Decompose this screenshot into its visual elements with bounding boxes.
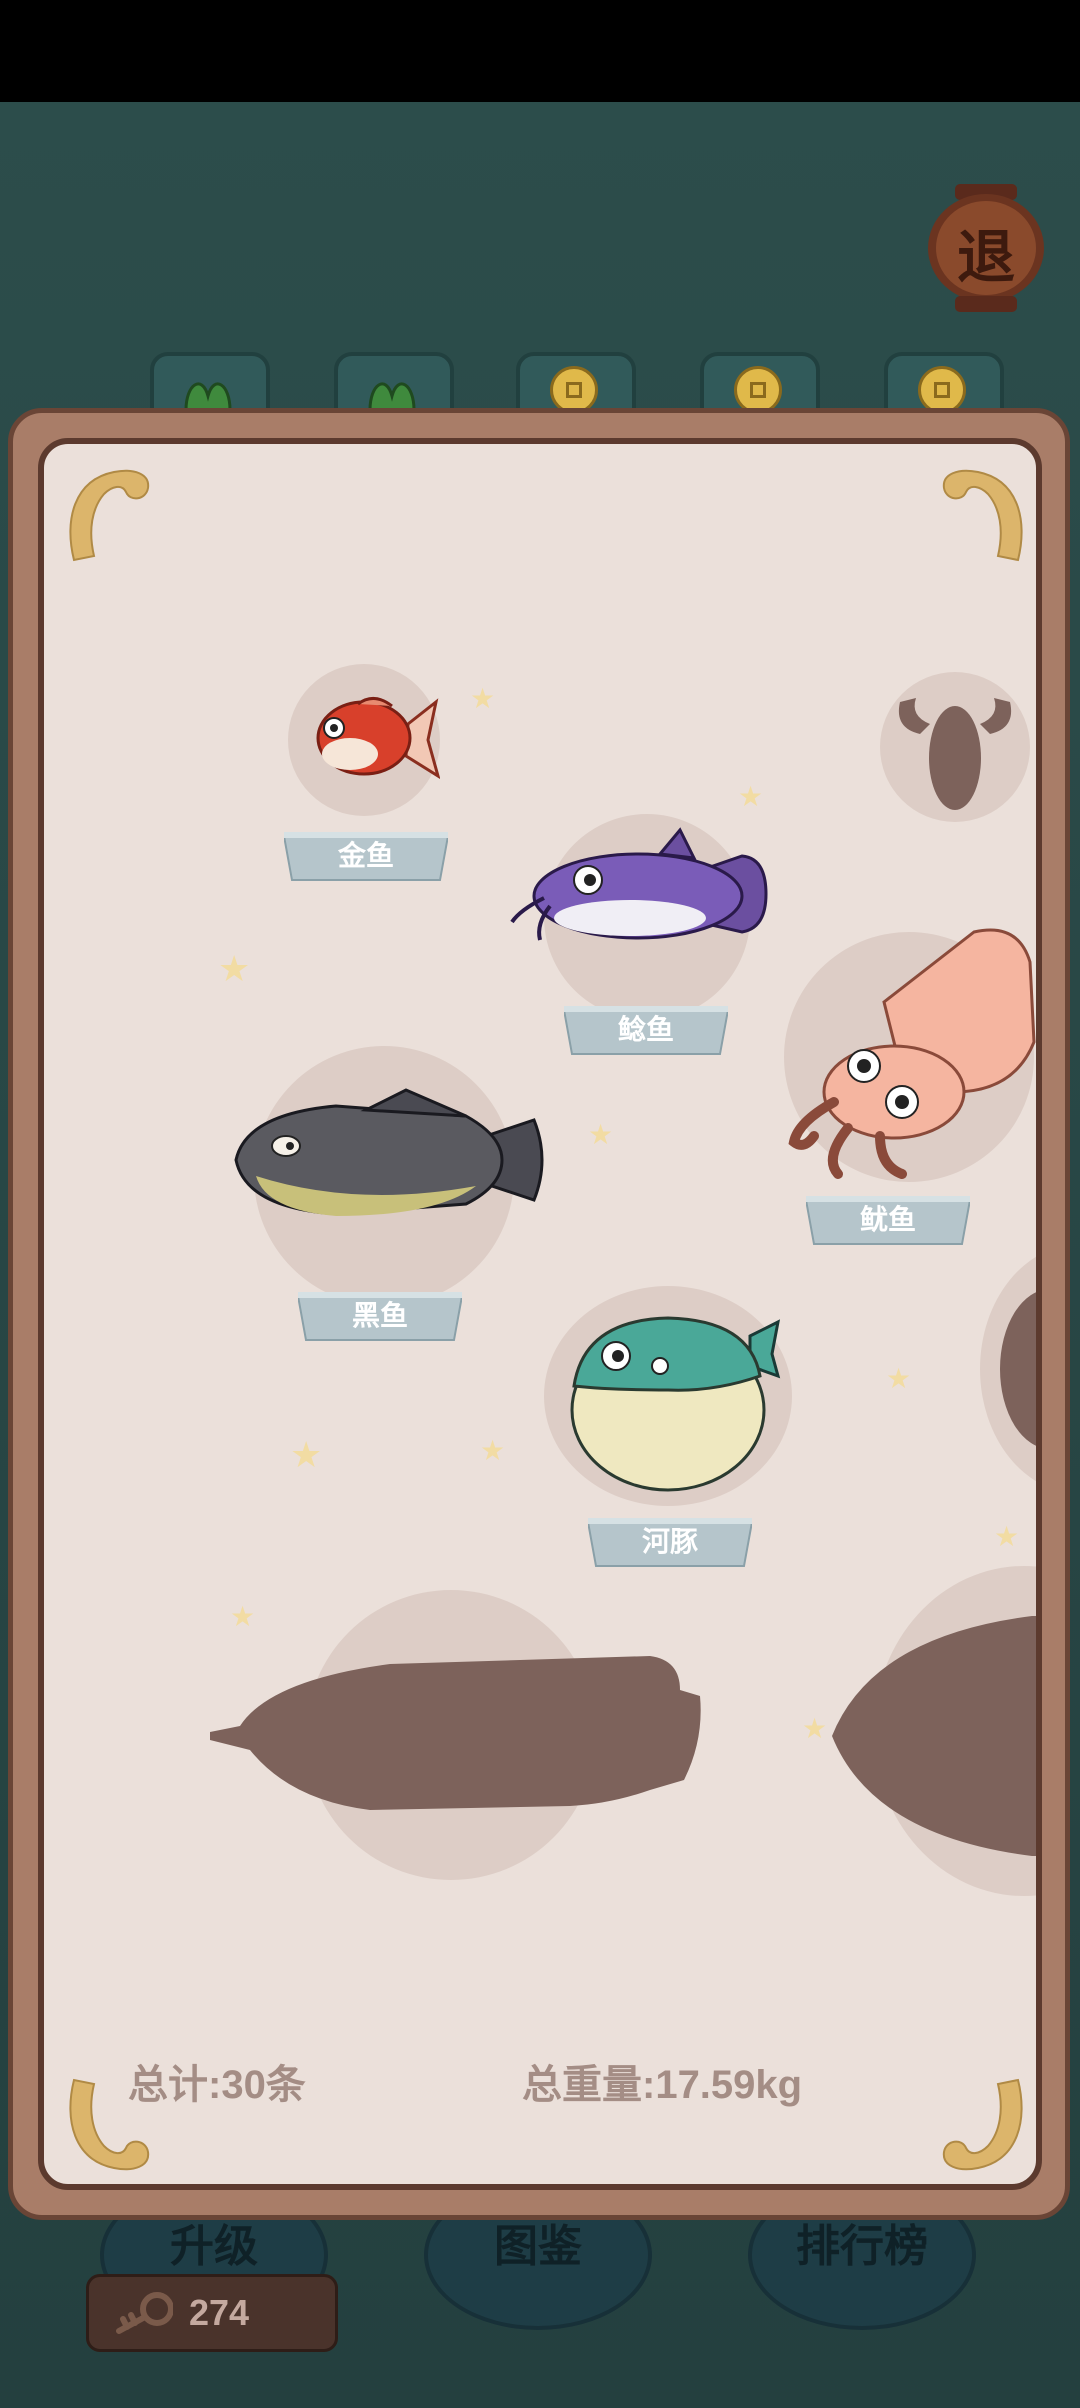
star-decoration-icon: ★	[802, 1713, 828, 1744]
squid-slot[interactable]	[784, 928, 1036, 1182]
fish-name-tag: 鱿鱼	[806, 1196, 970, 1246]
fish-silhouette-icon	[1000, 1292, 1036, 1446]
squid-icon	[788, 928, 1036, 1179]
fish-name: 金鱼	[337, 840, 394, 871]
star-decoration-icon: ★	[738, 781, 764, 812]
star-decoration-icon: ★	[994, 1521, 1020, 1552]
key-icon	[116, 2292, 173, 2334]
locked-slot[interactable]	[880, 672, 1030, 822]
coin-icon	[918, 366, 966, 414]
snakehead-icon	[234, 1088, 544, 1216]
pufferfish-icon	[570, 1316, 781, 1492]
fish-name-tag: 金鱼	[284, 832, 448, 882]
fish-name-tag: 河豚	[588, 1518, 752, 1568]
catfish-slot[interactable]	[510, 814, 768, 1020]
star-decoration-icon: ★	[290, 1434, 323, 1475]
corner-ornament-icon	[942, 2078, 1023, 2171]
key-count: 274	[189, 2292, 250, 2333]
fish-name: 鲶鱼	[617, 1014, 674, 1045]
fish-silhouette-icon	[832, 1616, 1036, 1856]
exit-label: 退	[956, 225, 1015, 290]
fish-name: 河豚	[641, 1526, 698, 1557]
lobster-silhouette-icon	[898, 698, 1012, 810]
star-decoration-icon: ★	[588, 1119, 614, 1150]
star-decoration-icon: ★	[230, 1601, 256, 1632]
fish-name-tag: 鲶鱼	[564, 1006, 728, 1056]
goldfish-icon	[316, 697, 441, 780]
coin-icon	[550, 366, 598, 414]
locked-slot[interactable]	[980, 1244, 1036, 1494]
total-weight: 总重量:17.59kg	[522, 2063, 803, 2107]
fish-silhouette-icon	[210, 1656, 701, 1810]
status-bar	[0, 0, 1080, 102]
star-decoration-icon: ★	[218, 948, 251, 989]
corner-ornament-icon	[942, 469, 1023, 562]
exit-button[interactable]: 退	[925, 182, 1047, 314]
star-decoration-icon: ★	[886, 1363, 912, 1394]
catfish-icon	[510, 827, 768, 941]
fish-name: 鱿鱼	[859, 1204, 916, 1235]
star-decoration-icon: ★	[480, 1435, 506, 1466]
pufferfish-slot[interactable]	[544, 1286, 792, 1506]
locked-slot[interactable]	[832, 1566, 1036, 1896]
collection-panel[interactable]: ★ ★ ★ ★ ★ ★ ★ ★ ★ ★ 金鱼 鲶鱼 鱿鱼 黑鱼 河豚 总计:30…	[38, 438, 1042, 2190]
coin-icon	[734, 366, 782, 414]
key-counter: 274	[86, 2274, 338, 2352]
goldfish-slot[interactable]	[288, 664, 441, 816]
star-decoration-icon: ★	[470, 683, 496, 714]
fish-name-tag: 黑鱼	[298, 1292, 462, 1342]
locked-slot[interactable]	[210, 1590, 701, 1880]
corner-ornament-icon	[69, 469, 150, 562]
snakehead-slot[interactable]	[234, 1046, 544, 1306]
fish-name: 黑鱼	[351, 1300, 408, 1331]
total-count: 总计:30条	[128, 2063, 306, 2107]
